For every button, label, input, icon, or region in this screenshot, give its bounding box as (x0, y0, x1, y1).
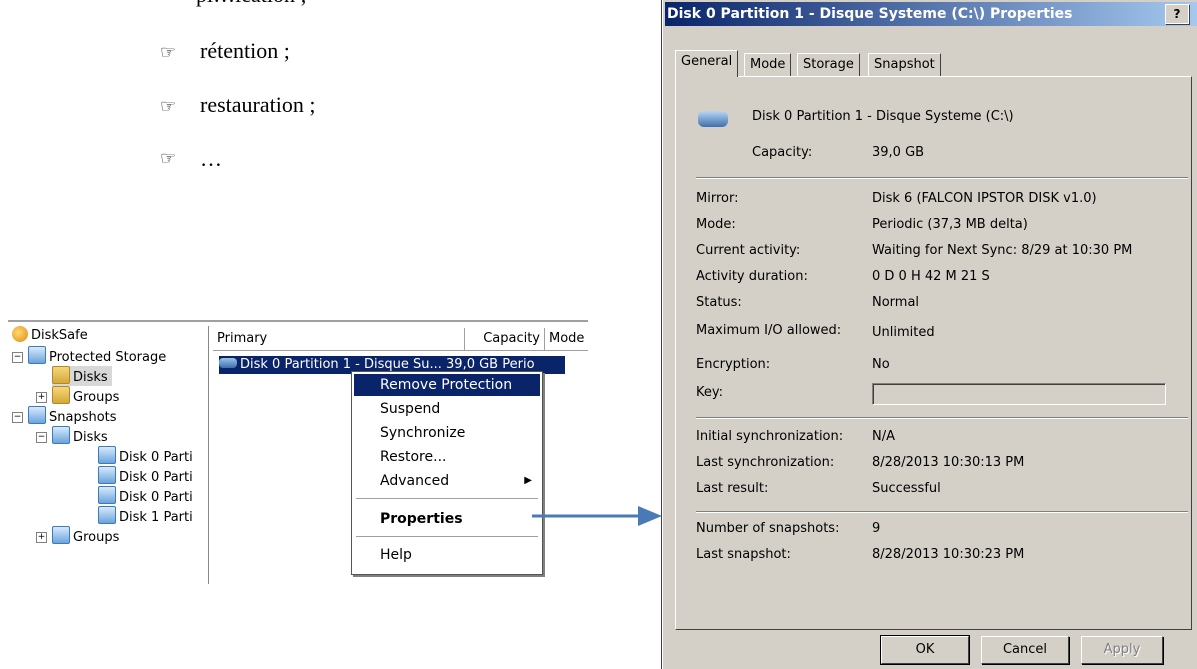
pointing-hand-icon: ☞ (160, 42, 177, 63)
field-label: Current activity: (696, 243, 801, 258)
field-label: Activity duration: (696, 269, 808, 284)
tree-node-snapshot-disk[interactable]: Disk 1 Parti (98, 506, 193, 526)
tree-node-disksafe[interactable]: DiskSafe (12, 326, 88, 346)
tab-snapshot[interactable]: Snapshot (868, 53, 941, 76)
tree-node-snapshot-disk[interactable]: Disk 0 Parti (98, 486, 193, 506)
partial-bullet-text: pl…ication ; (196, 0, 307, 8)
column-primary[interactable]: Primary (213, 328, 465, 350)
tree-node-protected-storage[interactable]: Protected Storage (28, 346, 166, 366)
bullet-item: rétention ; (200, 38, 290, 63)
field-value: 9 (872, 521, 881, 536)
separator (696, 177, 1188, 179)
collapse-icon[interactable]: − (12, 412, 23, 423)
field-label: Mode: (696, 217, 736, 232)
menu-item-suspend[interactable]: Suspend (354, 398, 540, 420)
snapshots-icon (28, 406, 46, 424)
tree-node-disks[interactable]: Disks (52, 366, 112, 386)
field-value: No (872, 357, 890, 372)
field-value: 0 D 0 H 42 M 21 S (872, 269, 990, 284)
dialog-title: Disk 0 Partition 1 - Disque Systeme (C:\… (667, 6, 1073, 22)
tab-general[interactable]: General (675, 50, 739, 77)
field-value: Normal (872, 295, 920, 310)
tab-mode[interactable]: Mode (744, 53, 792, 76)
tree-node-snapshot-disk[interactable]: Disk 0 Parti (98, 446, 193, 466)
submenu-arrow-icon: ▶ (524, 475, 532, 486)
field-label: Initial synchronization: (696, 429, 844, 444)
disks-folder-icon (52, 366, 70, 384)
key-field[interactable] (872, 383, 1166, 405)
navigation-tree: DiskSafe − Protected Storage Disks + Gro… (8, 326, 209, 584)
apply-button[interactable]: Apply (1081, 636, 1163, 664)
ok-button[interactable]: OK (880, 635, 970, 665)
disksafe-icon (12, 326, 28, 342)
tree-node-snapshot-disks[interactable]: Disks (52, 426, 108, 446)
field-value: Disk 6 (FALCON IPSTOR DISK v1.0) (872, 191, 1097, 206)
cancel-button[interactable]: Cancel (981, 636, 1069, 664)
capacity-label: Capacity: (752, 145, 813, 160)
tree-node-snapshot-groups[interactable]: Groups (52, 526, 119, 546)
menu-item-restore[interactable]: Restore... (354, 446, 540, 468)
context-menu: Remove Protection Suspend Synchronize Re… (351, 371, 543, 575)
field-label: Last synchronization: (696, 455, 835, 470)
groups-folder-icon (52, 386, 70, 404)
menu-separator (356, 498, 538, 499)
disk-name: Disk 0 Partition 1 - Disque Systeme (C:\… (752, 109, 1014, 124)
pointing-hand-icon: ☞ (160, 148, 177, 169)
menu-item-properties[interactable]: Properties (354, 508, 540, 530)
general-panel: Disk 0 Partition 1 - Disque Systeme (C:\… (675, 76, 1192, 630)
disk-icon (219, 358, 237, 368)
protected-storage-icon (28, 346, 46, 364)
tree-node-snapshots[interactable]: Snapshots (28, 406, 117, 426)
field-value: Waiting for Next Sync: 8/29 at 10:30 PM (872, 243, 1133, 258)
field-label: Last snapshot: (696, 547, 791, 562)
snapshot-disks-icon (52, 426, 70, 444)
tab-storage[interactable]: Storage (797, 53, 860, 76)
field-value: Unlimited (872, 325, 935, 340)
snapshot-icon (98, 506, 116, 524)
separator (696, 417, 1188, 419)
field-value: N/A (872, 429, 895, 444)
bullet-item: restauration ; (200, 92, 316, 117)
field-label: Status: (696, 295, 742, 310)
menu-item-help[interactable]: Help (354, 544, 540, 566)
column-capacity[interactable]: Capacity (465, 328, 545, 350)
menu-item-synchronize[interactable]: Synchronize (354, 422, 540, 444)
menu-item-remove-protection[interactable]: Remove Protection (354, 374, 540, 396)
expand-icon[interactable]: + (36, 392, 47, 403)
field-value: 8/28/2013 10:30:23 PM (872, 547, 1025, 562)
arrow-icon (532, 506, 662, 526)
field-value: Periodic (37,3 MB delta) (872, 217, 1028, 232)
collapse-icon[interactable]: − (36, 432, 47, 443)
properties-dialog: Disk 0 Partition 1 - Disque Systeme (C:\… (662, 0, 1197, 669)
field-label: Last result: (696, 481, 769, 496)
field-label: Maximum I/O allowed: (696, 323, 842, 338)
menu-item-advanced[interactable]: Advanced ▶ (354, 470, 540, 492)
capacity-value: 39,0 GB (872, 145, 925, 160)
tree-node-snapshot-disk[interactable]: Disk 0 Parti (98, 466, 193, 486)
pointing-hand-icon: ☞ (160, 96, 177, 117)
field-value: Successful (872, 481, 941, 496)
dialog-titlebar[interactable]: Disk 0 Partition 1 - Disque Systeme (C:\… (665, 2, 1197, 26)
list-header: Primary Capacity Mode (213, 328, 588, 351)
field-label: Encryption: (696, 357, 771, 372)
snapshot-icon (98, 486, 116, 504)
field-value: 8/28/2013 10:30:13 PM (872, 455, 1025, 470)
field-label: Key: (696, 385, 724, 400)
help-button[interactable]: ? (1165, 4, 1189, 24)
field-label: Mirror: (696, 191, 739, 206)
disk-icon (698, 111, 728, 127)
snapshot-icon (98, 466, 116, 484)
bullet-item: … (200, 146, 222, 171)
menu-separator (356, 536, 538, 537)
collapse-icon[interactable]: − (12, 352, 23, 363)
field-label: Number of snapshots: (696, 521, 840, 536)
expand-icon[interactable]: + (36, 532, 47, 543)
tree-node-groups[interactable]: Groups (52, 386, 119, 406)
snapshot-groups-icon (52, 526, 70, 544)
snapshot-icon (98, 446, 116, 464)
column-mode[interactable]: Mode (545, 328, 588, 350)
separator (696, 511, 1188, 513)
